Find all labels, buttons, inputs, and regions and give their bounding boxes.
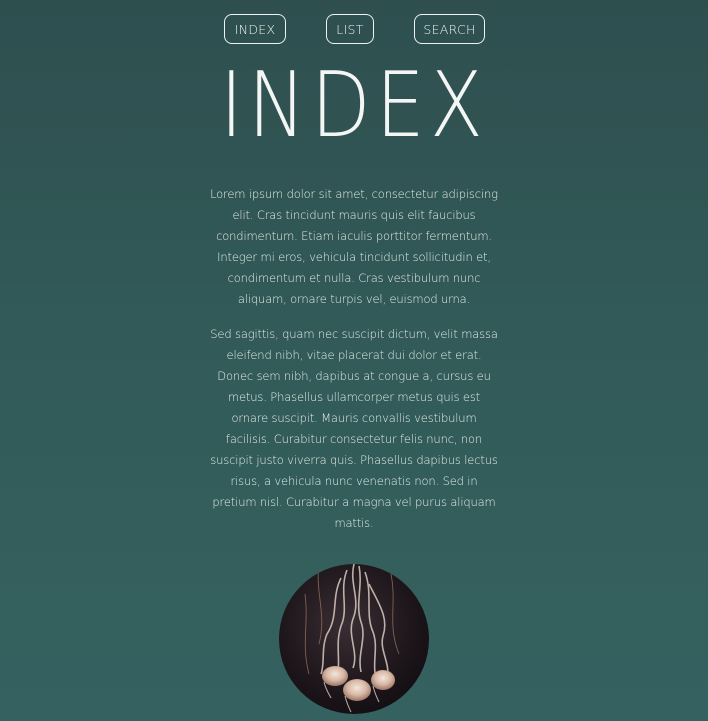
body-paragraph: Sed sagittis, quam nec suscipit dictum, … (210, 327, 498, 530)
nav-list-button[interactable]: LIST (326, 14, 374, 44)
main-content: Lorem ipsum dolor sit amet, consectetur … (209, 184, 499, 548)
nav-index-button[interactable]: INDEX (224, 14, 286, 44)
page-title: INDEX (219, 53, 489, 158)
top-nav: INDEX LIST SEARCH (0, 14, 708, 46)
nav-search-button[interactable]: SEARCH (414, 14, 485, 44)
jellyfish-photo (279, 564, 429, 714)
intro-paragraph: Lorem ipsum dolor sit amet, consectetur … (210, 187, 498, 306)
jellyfish-illustration (279, 564, 429, 714)
